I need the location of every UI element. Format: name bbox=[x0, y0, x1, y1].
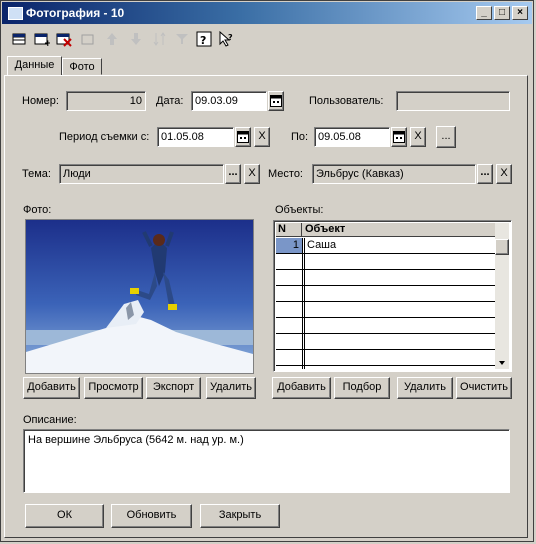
filter-icon bbox=[176, 34, 188, 44]
period-to-field[interactable]: 09.05.08 bbox=[314, 127, 390, 147]
table-grid-lines bbox=[276, 238, 495, 369]
photo-export-button[interactable]: Экспорт bbox=[146, 377, 201, 399]
tab-photo[interactable]: Фото bbox=[62, 58, 102, 75]
date-label: Дата: bbox=[156, 95, 184, 107]
toolbar: + ? ? bbox=[4, 28, 250, 50]
period-from-calendar-button[interactable] bbox=[235, 127, 251, 147]
period-to-calendar-button[interactable] bbox=[391, 127, 407, 147]
new-record-icon[interactable] bbox=[12, 31, 28, 47]
app-icon bbox=[8, 7, 23, 20]
description-field[interactable]: На вершине Эльбруса (5642 м. над ур. м.) bbox=[23, 429, 510, 493]
place-label: Место: bbox=[268, 168, 303, 180]
ok-button[interactable]: ОК bbox=[25, 504, 104, 528]
move-down-icon bbox=[131, 33, 141, 45]
description-label: Описание: bbox=[23, 414, 77, 426]
topic-clear-button[interactable]: X bbox=[244, 164, 260, 184]
maximize-button[interactable]: □ bbox=[494, 6, 510, 20]
objects-table[interactable]: N Объект 1 Саша bbox=[273, 220, 512, 372]
objects-clear-button[interactable]: Очистить bbox=[456, 377, 512, 399]
period-more-button[interactable]: ... bbox=[436, 126, 456, 148]
calendar-icon bbox=[237, 131, 249, 143]
calendar-icon bbox=[393, 131, 405, 143]
svg-text:?: ? bbox=[200, 34, 206, 47]
copy-record-icon bbox=[81, 34, 94, 45]
number-field: 10 bbox=[66, 91, 146, 111]
date-calendar-button[interactable] bbox=[268, 91, 284, 111]
photo-picture bbox=[26, 220, 253, 373]
user-field bbox=[396, 91, 510, 111]
photo-delete-button[interactable]: Удалить bbox=[206, 377, 256, 399]
table-scrollbar[interactable] bbox=[495, 223, 509, 369]
place-select-button[interactable]: ... bbox=[477, 164, 493, 184]
topic-label: Тема: bbox=[22, 168, 51, 180]
objects-select-button[interactable]: Подбор bbox=[334, 377, 390, 399]
calendar-icon bbox=[270, 95, 282, 107]
number-label: Номер: bbox=[22, 95, 59, 107]
tab-data[interactable]: Данные bbox=[7, 56, 62, 76]
svg-text:?: ? bbox=[228, 33, 233, 42]
move-up-icon bbox=[107, 33, 117, 45]
help-icon[interactable]: ? bbox=[196, 31, 212, 47]
place-clear-button[interactable]: X bbox=[496, 164, 512, 184]
objects-add-button[interactable]: Добавить bbox=[272, 377, 331, 399]
scrollbar-thumb[interactable] bbox=[495, 239, 509, 255]
photo-image bbox=[25, 219, 254, 374]
refresh-button[interactable]: Обновить bbox=[111, 504, 192, 528]
photo-add-button[interactable]: Добавить bbox=[23, 377, 80, 399]
svg-text:+: + bbox=[44, 39, 50, 47]
objects-delete-button[interactable]: Удалить bbox=[397, 377, 453, 399]
add-record-icon[interactable]: + bbox=[34, 31, 50, 47]
place-field[interactable]: Эльбрус (Кавказ) bbox=[312, 164, 476, 184]
close-button[interactable]: Закрыть bbox=[200, 504, 280, 528]
close-window-button[interactable]: × bbox=[512, 6, 528, 20]
delete-record-icon[interactable] bbox=[56, 31, 72, 47]
period-to-label: По: bbox=[291, 131, 309, 143]
user-label: Пользователь: bbox=[309, 95, 384, 107]
minimize-button[interactable]: _ bbox=[476, 6, 492, 20]
period-from-label: Период съемки с: bbox=[59, 131, 150, 143]
tab-data-label: Данные bbox=[14, 59, 55, 71]
column-header-object[interactable]: Объект bbox=[302, 223, 495, 237]
period-to-clear-button[interactable]: X bbox=[410, 127, 426, 147]
title-bar[interactable]: Фотография - 10 _ □ × bbox=[2, 2, 532, 24]
photo-view-button[interactable]: Просмотр bbox=[84, 377, 143, 399]
sort-icon bbox=[153, 32, 166, 46]
tab-photo-label: Фото bbox=[69, 61, 95, 73]
period-from-clear-button[interactable]: X bbox=[254, 127, 270, 147]
period-from-field[interactable]: 01.05.08 bbox=[157, 127, 234, 147]
column-header-n[interactable]: N bbox=[276, 223, 302, 237]
objects-label: Объекты: bbox=[275, 204, 324, 216]
topic-select-button[interactable]: ... bbox=[225, 164, 241, 184]
date-field[interactable]: 09.03.09 bbox=[191, 91, 267, 111]
photo-label: Фото: bbox=[23, 204, 52, 216]
topic-field[interactable]: Люди bbox=[59, 164, 224, 184]
context-help-icon[interactable]: ? bbox=[218, 31, 234, 47]
scroll-down-icon[interactable] bbox=[499, 361, 505, 365]
window-title: Фотография - 10 bbox=[26, 6, 125, 20]
